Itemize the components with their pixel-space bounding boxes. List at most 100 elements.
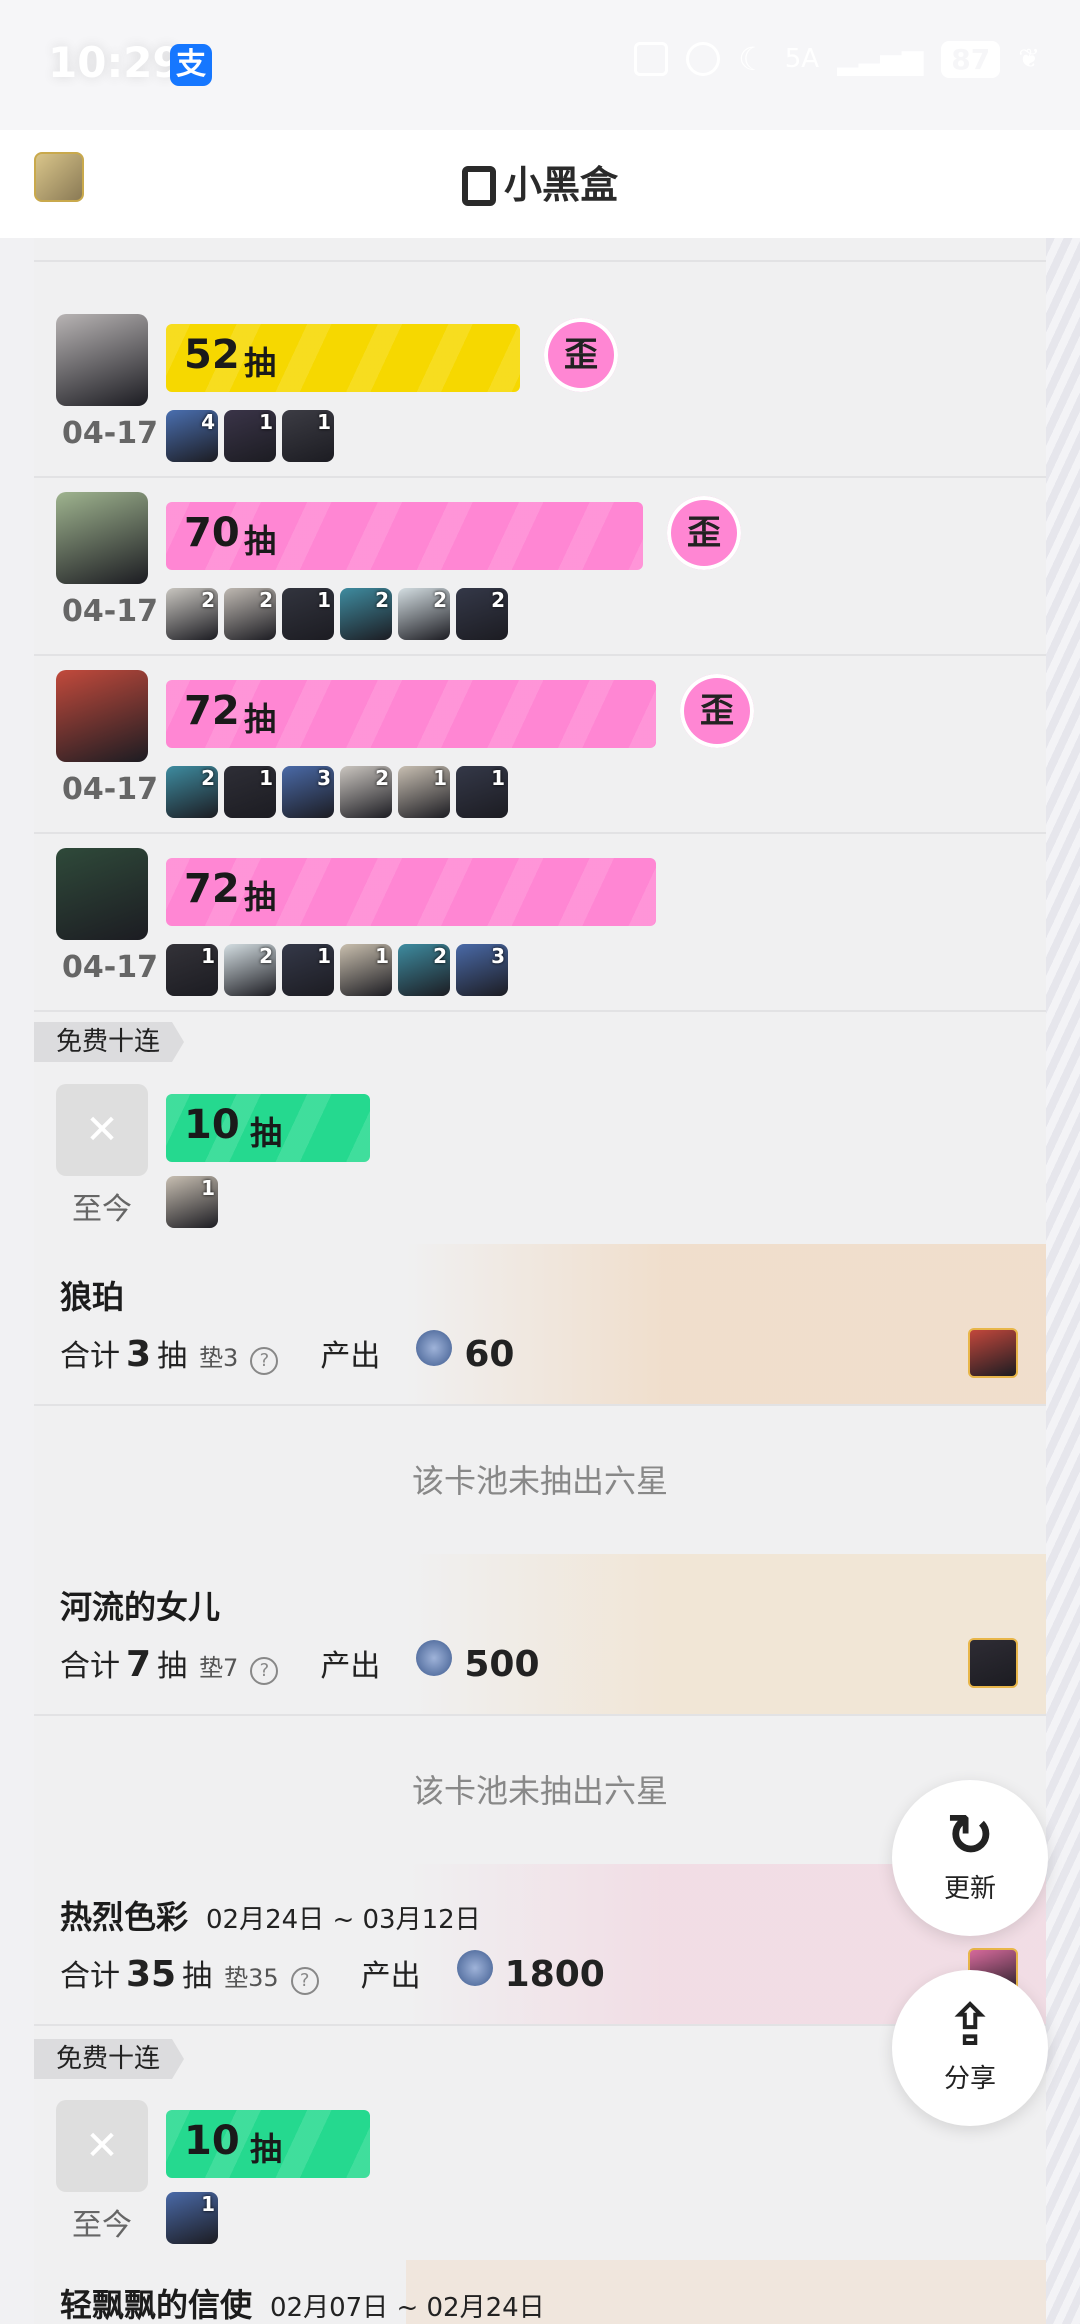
free-ten-pull-tag: 免费十连	[34, 1022, 185, 1062]
free-ten-pull-tag: 免费十连	[34, 2039, 185, 2079]
pull-count: 72	[184, 688, 240, 734]
orundum-icon	[416, 1330, 453, 1366]
operator-mini-avatar: 3	[456, 944, 508, 996]
mini-avatars: 221222	[166, 588, 508, 640]
mini-avatars: 1	[166, 2192, 218, 2244]
banner-artwork	[406, 1244, 1046, 1404]
pull-count-bar: 72 抽	[166, 858, 656, 926]
operator-mini-avatar: 2	[166, 588, 218, 640]
row-date: 04-17	[62, 772, 158, 807]
pool-date-range: 02月24日 ~ 03月12日	[206, 1905, 481, 1935]
help-icon[interactable]: ?	[290, 1967, 319, 1995]
page-edge-decoration	[1046, 238, 1080, 2324]
app-title-text: 小黑盒	[503, 163, 618, 207]
pull-unit: 抽	[244, 522, 277, 560]
pool-operator-chip	[968, 1328, 1018, 1378]
operator-mini-avatar: 2	[456, 588, 508, 640]
pool-stats: 合计 7 抽 垫7? 产出 500	[60, 1640, 540, 1685]
share-icon: ⇪	[945, 1991, 995, 2059]
total-label: 合计	[60, 1649, 120, 1684]
operator-mini-avatar: 2	[398, 588, 450, 640]
total-pulls: 35	[126, 1954, 177, 1995]
row-date: 04-17	[62, 950, 158, 985]
operator-mini-avatar: 2	[224, 944, 276, 996]
mini-avatars: 213211	[166, 766, 508, 818]
operator-mini-avatar: 1	[282, 410, 334, 462]
pool-date-range: 02月07日 ~ 02月24日	[270, 2293, 545, 2323]
pity-count: 垫3	[199, 1344, 239, 1372]
status-bar: 10:29 支 ☾ 5A ▂▃▅▆ 87 ❦	[0, 0, 1080, 130]
pull-count-bar: 70 抽	[166, 502, 643, 570]
pity-count: 垫35	[224, 1964, 279, 1992]
nfc-icon	[634, 42, 669, 76]
total-pulls: 7	[126, 1644, 152, 1685]
gacha-row-partial: 至今 1	[34, 238, 1046, 262]
share-label: 分享	[943, 2064, 996, 2094]
operator-mini-avatar: 2	[166, 766, 218, 818]
mini-avatars: 1	[166, 1176, 218, 1228]
pity-count: 垫7	[199, 1654, 239, 1682]
gacha-row: 04-17 70 抽 歪 221222	[34, 476, 1046, 656]
operator-mini-avatar: 4	[166, 410, 218, 462]
operator-mini-avatar: 1	[166, 2192, 218, 2244]
banner-pool-header[interactable]: 狼珀 合计 3 抽 垫3? 产出 60	[34, 1244, 1046, 1406]
pool-name: 热烈色彩 02月24日 ~ 03月12日	[60, 1898, 481, 1936]
mini-avatars: 411	[166, 410, 334, 462]
operator-mini-avatar: 1	[282, 944, 334, 996]
output-value: 60	[464, 1334, 515, 1375]
operator-mini-avatar: 1	[456, 766, 508, 818]
operator-mini-avatar: 1	[282, 588, 334, 640]
help-icon[interactable]: ?	[250, 1347, 279, 1375]
pool-stats: 合计 35 抽 垫35? 产出 1800	[60, 1950, 605, 1995]
refresh-label: 更新	[943, 1874, 996, 1904]
refresh-icon: ↻	[945, 1801, 995, 1869]
no-six-star-message: 该卡池未抽出六星	[411, 1462, 668, 1500]
total-pulls: 3	[126, 1334, 152, 1375]
operator-avatar	[56, 670, 148, 762]
output-label: 产出	[320, 1649, 381, 1684]
mute-bell-icon	[686, 42, 721, 76]
network-label: 5A	[784, 44, 820, 74]
output-label: 产出	[360, 1959, 421, 1994]
pool-operator-chip	[968, 1638, 1018, 1688]
output-value: 500	[464, 1644, 540, 1685]
operator-mini-avatar: 2	[340, 766, 392, 818]
pull-count-bar: 10 抽	[166, 2110, 370, 2178]
refresh-button[interactable]: ↻ 更新	[892, 1780, 1048, 1936]
gacha-row: 04-17 72 抽 歪 213211	[34, 654, 1046, 834]
pool-name: 河流的女儿	[60, 1588, 221, 1626]
operator-mini-avatar: 1	[340, 944, 392, 996]
operator-avatar	[56, 314, 148, 406]
banner-pool-header[interactable]: 河流的女儿 合计 7 抽 垫7? 产出 500	[34, 1554, 1046, 1716]
signal-icon: ▂▃▅▆	[837, 42, 924, 76]
output-value: 1800	[504, 1954, 605, 1995]
off-banner-badge: 歪	[680, 674, 754, 748]
pool-name: 狼珀	[60, 1278, 125, 1316]
operator-mini-avatar: 2	[398, 944, 450, 996]
row-date: 至今	[72, 1192, 132, 1227]
share-button[interactable]: ⇪ 分享	[892, 1970, 1048, 2126]
help-icon[interactable]: ?	[250, 1657, 279, 1685]
pull-count-bar: 72 抽	[166, 680, 656, 748]
banner-artwork	[406, 1554, 1046, 1714]
banner-pool-header[interactable]: 轻飘飘的信使 02月07日 ~ 02月24日	[34, 2260, 1046, 2324]
total-label: 合计	[60, 1339, 120, 1374]
pull-count: 10	[184, 1102, 240, 1148]
operator-avatar	[56, 848, 148, 940]
pull-unit: 抽	[250, 1114, 283, 1152]
operator-mini-avatar: 1	[166, 944, 218, 996]
off-banner-badge: 歪	[667, 496, 741, 570]
pull-unit: 抽	[250, 2130, 283, 2168]
alipay-icon: 支	[170, 44, 212, 86]
gacha-row: 04-17 72 抽 121123	[34, 832, 1046, 1012]
off-banner-badge: 歪	[544, 318, 618, 392]
gacha-row: 04-17 52 抽 歪 411	[34, 298, 1046, 478]
pull-count: 52	[184, 332, 240, 378]
heybox-logo-icon	[461, 166, 496, 206]
pull-unit: 抽	[244, 344, 277, 382]
pool-name: 轻飘飘的信使 02月07日 ~ 02月24日	[60, 2286, 545, 2324]
pull-count: 72	[184, 866, 240, 912]
leaf-icon: ❦	[1018, 44, 1040, 74]
pull-count: 70	[184, 510, 240, 556]
operator-mini-avatar: 1	[166, 1176, 218, 1228]
